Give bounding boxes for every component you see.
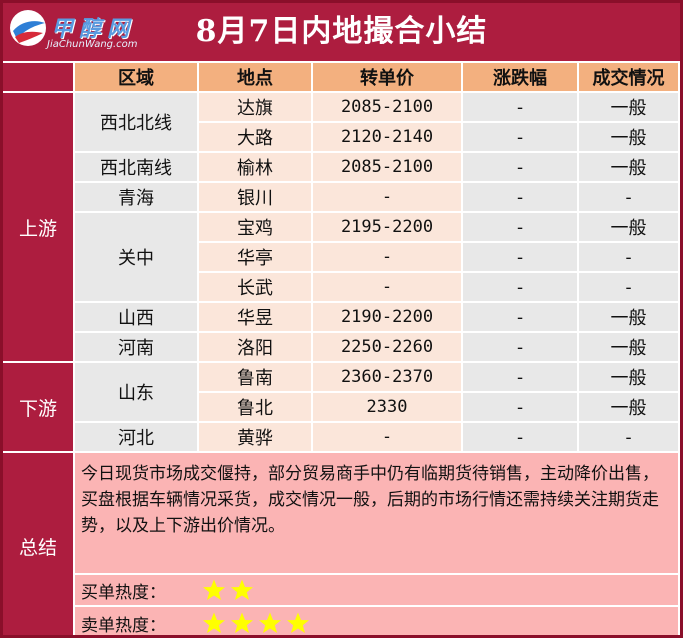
place-cell: 华昱 xyxy=(199,303,313,333)
report-frame: 8月7日内地撮合小结 甲醇网 JiaChunWang.com 区域 地点 转单价… xyxy=(0,0,683,638)
region-cell: 关中 xyxy=(75,213,199,303)
buy-heat-stars xyxy=(201,578,257,602)
change-cell: - xyxy=(463,153,579,183)
star-icon xyxy=(231,612,253,633)
place-cell: 黄骅 xyxy=(199,423,313,453)
change-cell: - xyxy=(463,273,579,303)
sell-heat-label: 卖单热度： xyxy=(81,615,166,636)
region-cell: 山东 xyxy=(75,363,199,423)
globe-logo-icon xyxy=(10,10,46,46)
buy-heat-row: 买单热度： xyxy=(75,575,680,607)
price-cell: 2360-2370 xyxy=(313,363,463,393)
place-cell: 银川 xyxy=(199,183,313,213)
volume-cell: 一般 xyxy=(579,153,680,183)
price-cell: 2195-2200 xyxy=(313,213,463,243)
volume-cell: - xyxy=(579,423,680,453)
price-cell: 2330 xyxy=(313,393,463,423)
star-icon xyxy=(203,612,225,633)
volume-cell: 一般 xyxy=(579,393,680,423)
title-bar: 8月7日内地撮合小结 甲醇网 JiaChunWang.com xyxy=(3,3,680,63)
change-cell: - xyxy=(463,423,579,453)
place-cell: 长武 xyxy=(199,273,313,303)
volume-cell: - xyxy=(579,243,680,273)
buy-heat-label: 买单热度： xyxy=(81,582,166,603)
volume-cell: - xyxy=(579,183,680,213)
price-cell: 2085-2100 xyxy=(313,93,463,123)
change-cell: - xyxy=(463,303,579,333)
region-cell: 西北南线 xyxy=(75,153,199,183)
price-cell: - xyxy=(313,243,463,273)
star-icon xyxy=(231,579,253,600)
volume-cell: 一般 xyxy=(579,123,680,153)
column-header-region: 区域 xyxy=(75,63,199,93)
region-cell: 青海 xyxy=(75,183,199,213)
place-cell: 鲁北 xyxy=(199,393,313,423)
price-cell: 2120-2140 xyxy=(313,123,463,153)
price-cell: - xyxy=(313,423,463,453)
change-cell: - xyxy=(463,93,579,123)
place-cell: 鲁南 xyxy=(199,363,313,393)
volume-cell: 一般 xyxy=(579,333,680,363)
site-logo[interactable]: 甲醇网 JiaChunWang.com xyxy=(7,7,138,57)
change-cell: - xyxy=(463,333,579,363)
change-cell: - xyxy=(463,183,579,213)
volume-cell: 一般 xyxy=(579,213,680,243)
place-cell: 达旗 xyxy=(199,93,313,123)
volume-cell: 一般 xyxy=(579,93,680,123)
region-cell: 河南 xyxy=(75,333,199,363)
column-header-volume: 成交情况 xyxy=(579,63,680,93)
change-cell: - xyxy=(463,213,579,243)
volume-cell: 一般 xyxy=(579,303,680,333)
change-cell: - xyxy=(463,363,579,393)
star-icon xyxy=(259,612,281,633)
logo-text-en: JiaChunWang.com xyxy=(47,39,138,50)
price-cell: 2190-2200 xyxy=(313,303,463,333)
star-icon xyxy=(203,579,225,600)
place-cell: 华亭 xyxy=(199,243,313,273)
place-cell: 榆林 xyxy=(199,153,313,183)
volume-cell: 一般 xyxy=(579,363,680,393)
change-cell: - xyxy=(463,123,579,153)
change-cell: - xyxy=(463,243,579,273)
zone-summary: 总结 xyxy=(3,453,75,635)
summary-text: 今日现货市场成交偃持，部分贸易商手中仍有临期货待销售，主动降价出售，买盘根据车辆… xyxy=(75,453,680,575)
change-cell: - xyxy=(463,393,579,423)
column-header-price: 转单价 xyxy=(313,63,463,93)
region-cell: 河北 xyxy=(75,423,199,453)
zone-upstream: 上游 xyxy=(3,93,75,363)
price-cell: 2250-2260 xyxy=(313,333,463,363)
place-cell: 宝鸡 xyxy=(199,213,313,243)
region-cell: 西北北线 xyxy=(75,93,199,153)
price-cell: 2085-2100 xyxy=(313,153,463,183)
volume-cell: - xyxy=(579,273,680,303)
place-cell: 洛阳 xyxy=(199,333,313,363)
zone-downstream: 下游 xyxy=(3,363,75,453)
price-cell: - xyxy=(313,183,463,213)
region-cell: 山西 xyxy=(75,303,199,333)
sell-heat-stars xyxy=(201,611,313,635)
corner-cell xyxy=(3,63,75,93)
sell-heat-row: 卖单热度： xyxy=(75,607,680,636)
place-cell: 大路 xyxy=(199,123,313,153)
column-header-place: 地点 xyxy=(199,63,313,93)
price-cell: - xyxy=(313,273,463,303)
column-header-change: 涨跌幅 xyxy=(463,63,579,93)
star-icon xyxy=(287,612,309,633)
